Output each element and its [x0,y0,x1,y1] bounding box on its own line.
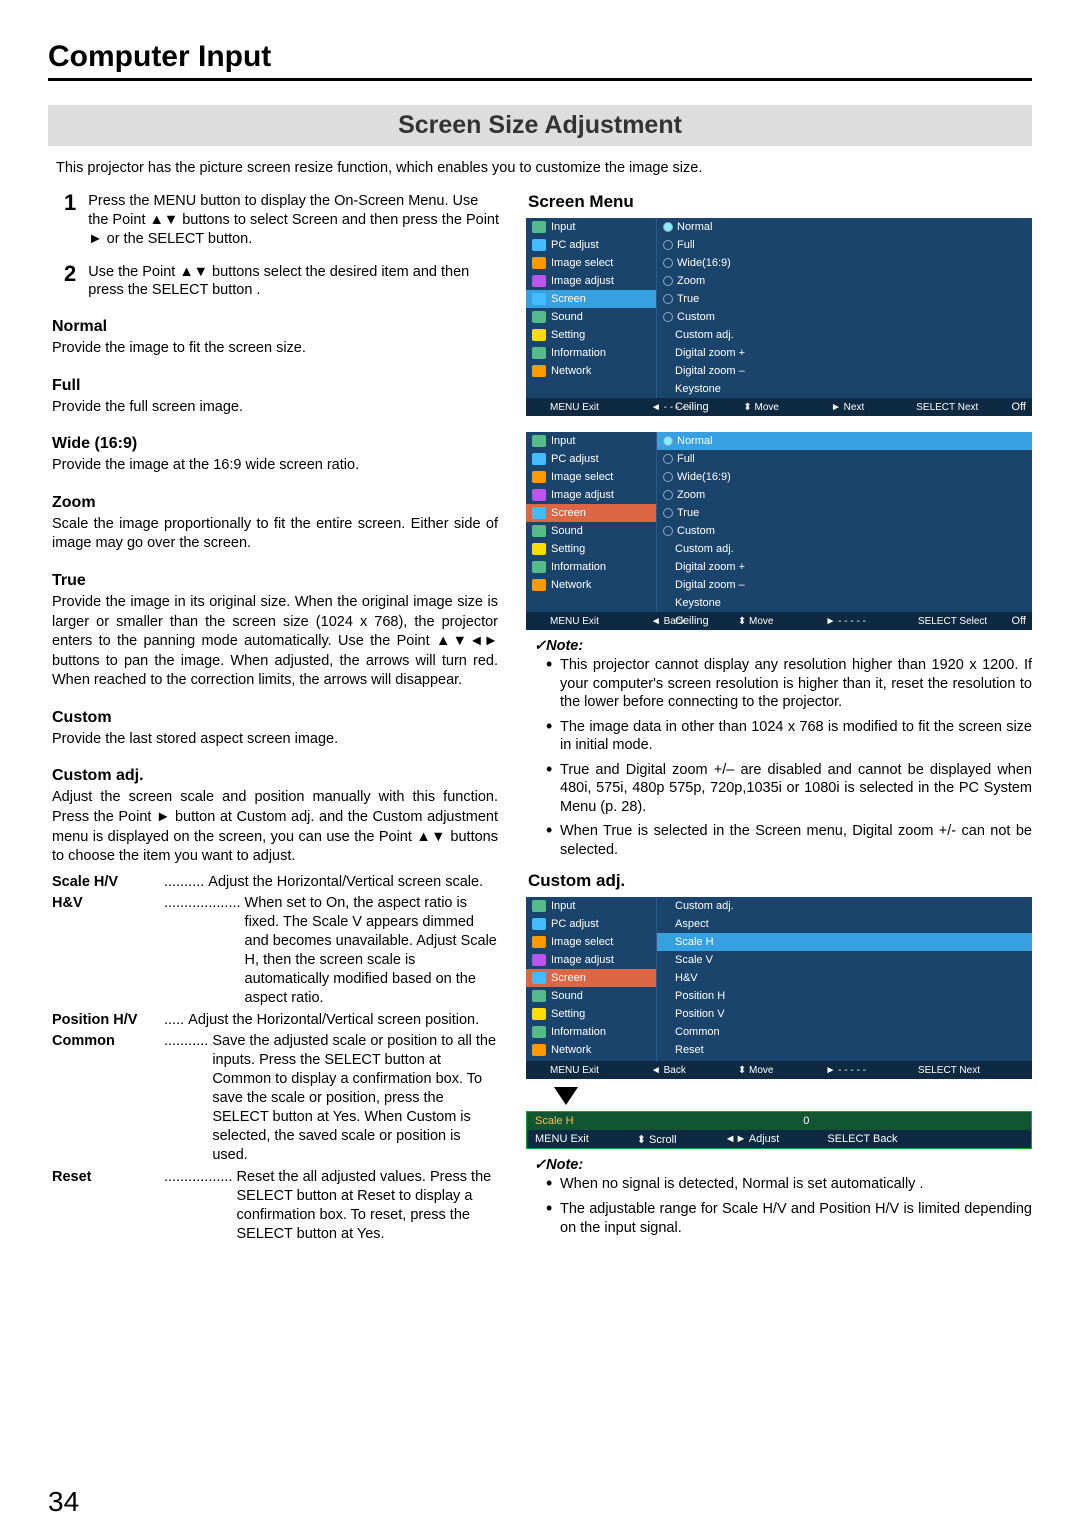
mode-custom-t: Provide the last stored aspect screen im… [52,730,498,750]
page-title: Computer Input [48,40,1032,81]
mode-custom-h: Custom [52,709,498,727]
page-number: 34 [48,1486,79,1518]
osd-menu-3: Input PC adjust Image select Image adjus… [526,897,1032,1079]
note1-list: This projector cannot display any resolu… [526,656,1032,859]
mode-wide-t: Provide the image at the 16:9 wide scree… [52,456,498,476]
customadj-heading: Custom adj. [528,871,1032,891]
arrow-marker-icon [554,1087,578,1105]
note-item: The image data in other than 1024 x 768 … [546,718,1032,755]
mode-customadj-t: Adjust the screen scale and position man… [52,788,498,866]
def-common: Common........... Save the adjusted scal… [52,1032,498,1166]
note-item: The adjustable range for Scale H/V and P… [546,1200,1032,1237]
left-column: 1 Press the MENU button to display the O… [48,192,502,1246]
mode-wide-h: Wide (16:9) [52,435,498,453]
def-reset: Reset................. Reset the all adj… [52,1168,498,1245]
def-hv: H&V................... When set to On, t… [52,894,498,1009]
mode-customadj-h: Custom adj. [52,767,498,785]
subsection-title: Screen Size Adjustment [48,105,1032,146]
mode-true-h: True [52,572,498,590]
def-poshv: Position H/V..... Adjust the Horizontal/… [52,1011,498,1030]
step-number: 1 [64,192,76,249]
step-text: Press the MENU button to display the On-… [88,192,502,249]
note2-heading: ✓Note: [534,1157,1032,1173]
note-item: When no signal is detected, Normal is se… [546,1175,1032,1194]
right-column: Screen Menu Input PC adjust Image select… [526,192,1032,1246]
step-2: 2 Use the Point ▲▼ buttons select the de… [64,263,502,301]
step-1: 1 Press the MENU button to display the O… [64,192,502,249]
mode-normal-h: Normal [52,318,498,336]
mode-full-h: Full [52,377,498,395]
def-scalehv: Scale H/V.......... Adjust the Horizonta… [52,873,498,892]
note-item: When True is selected in the Screen menu… [546,822,1032,859]
screen-menu-heading: Screen Menu [528,192,1032,212]
step-text: Use the Point ▲▼ buttons select the desi… [88,263,502,301]
mode-zoom-h: Zoom [52,494,498,512]
intro-text: This projector has the picture screen re… [56,160,1024,176]
note2-list: When no signal is detected, Normal is se… [526,1175,1032,1237]
note-item: This projector cannot display any resolu… [546,656,1032,712]
osd-menu-2: Input PC adjust Image select Image adjus… [526,432,1032,630]
scale-h-bar: Scale H 0 MENU Exit⬍ Scroll ◄► AdjustSEL… [526,1111,1032,1149]
osd-menu-1: Input PC adjust Image select Image adjus… [526,218,1032,416]
mode-true-t: Provide the image in its original size. … [52,593,498,691]
step-number: 2 [64,263,76,301]
note-item: True and Digital zoom +/– are disabled a… [546,761,1032,817]
mode-full-t: Provide the full screen image. [52,398,498,418]
mode-zoom-t: Scale the image proportionally to fit th… [52,515,498,554]
mode-normal-t: Provide the image to fit the screen size… [52,339,498,359]
